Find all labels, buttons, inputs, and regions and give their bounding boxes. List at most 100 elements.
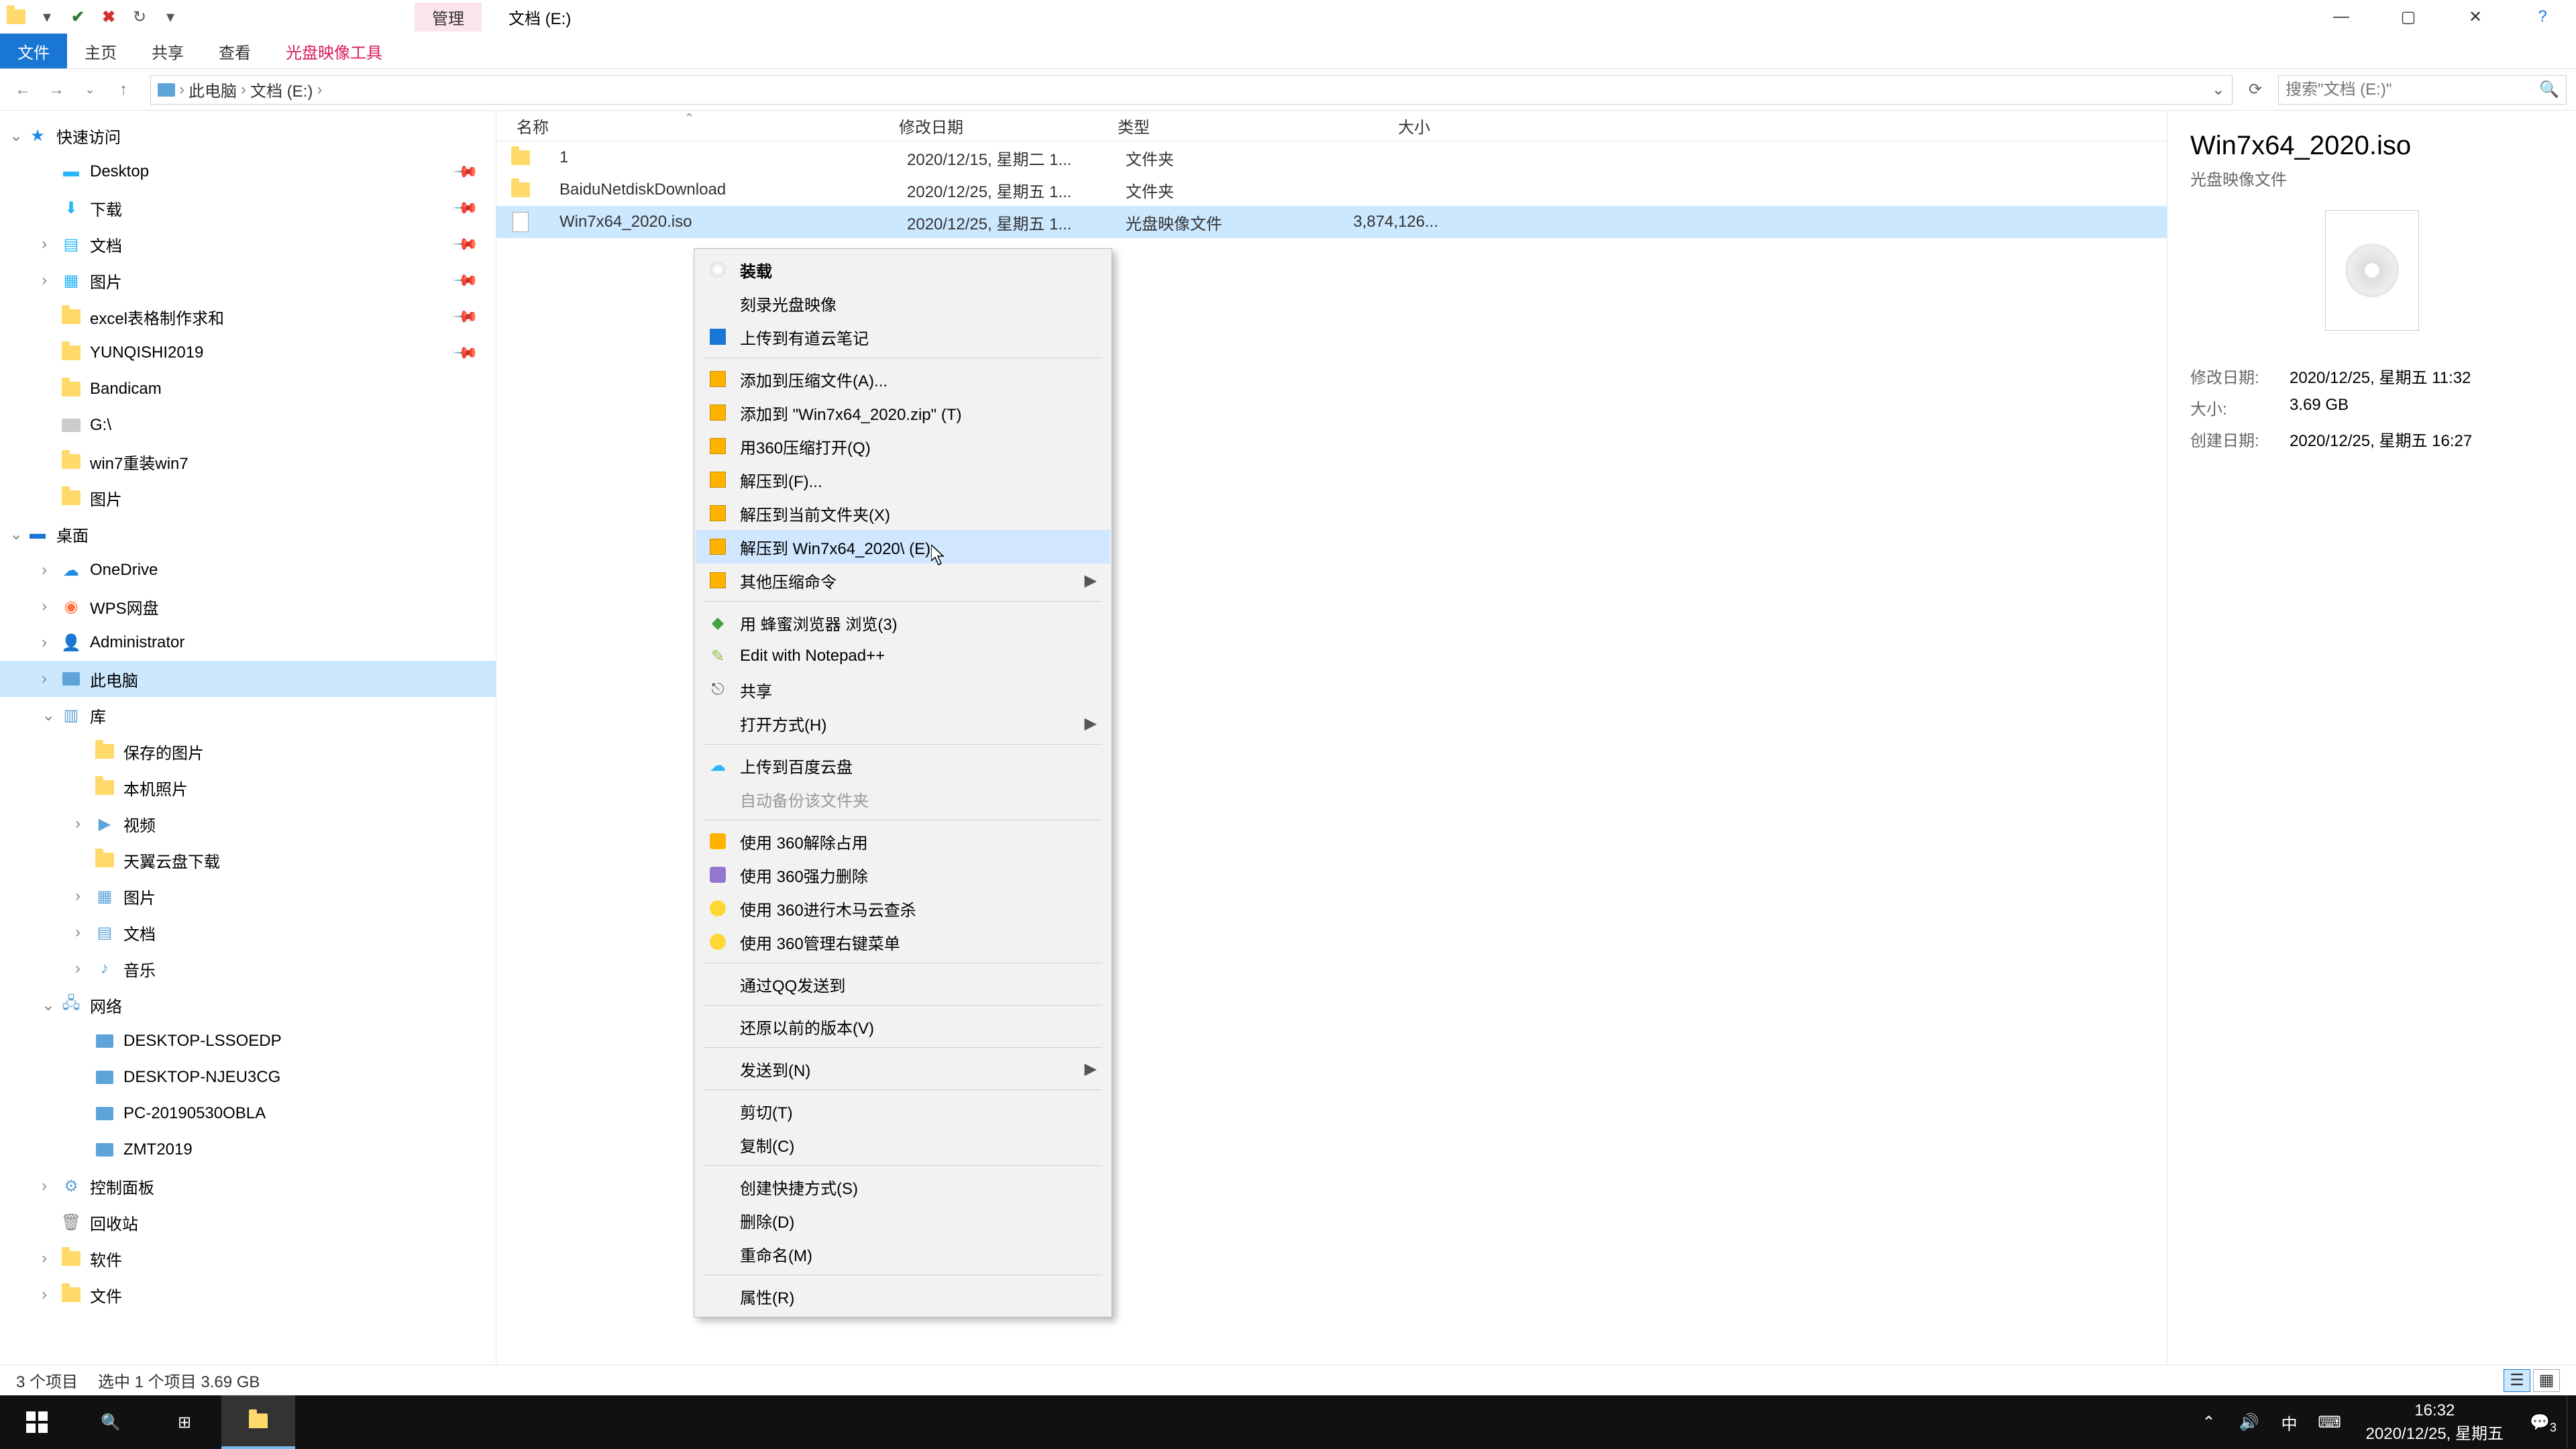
col-date[interactable]: 修改日期 [890,114,1108,138]
tray-chevron[interactable]: ⌃ [2189,1395,2229,1449]
menu-item[interactable]: ☁上传到百度云盘 [696,749,1110,782]
tree-saved-pics[interactable]: 保存的图片 [0,733,496,769]
menu-item[interactable]: 添加到压缩文件(A)... [696,362,1110,396]
menu-item[interactable]: 重命名(M) [696,1237,1110,1271]
tree-pc4[interactable]: ZMT2019 [0,1132,496,1168]
menu-item[interactable]: 使用 360管理右键菜单 [696,925,1110,959]
tree-quick-access[interactable]: ⌄★快速访问 [0,117,496,154]
minimize-button[interactable]: — [2308,0,2375,34]
address-dropdown-icon[interactable]: ⌄ [2212,80,2225,99]
redo-icon[interactable]: ↻ [130,7,149,26]
address-path[interactable]: › 此电脑 › 文档 (E:) › ⌄ [150,75,2233,105]
explorer-button[interactable] [221,1395,295,1449]
list-row[interactable]: BaiduNetdiskDownload2020/12/25, 星期五 1...… [496,174,2167,206]
search-box[interactable]: 🔍 [2278,75,2567,105]
menu-item[interactable]: 解压到 Win7x64_2020\ (E) [696,530,1110,564]
tree-wps[interactable]: ›◉WPS网盘 [0,588,496,625]
tree-lib-music[interactable]: ›♪音乐 [0,951,496,987]
history-dropdown[interactable]: ⌄ [76,76,103,103]
notification-button[interactable]: 💬3 [2520,1395,2567,1449]
tree-pc2[interactable]: DESKTOP-NJEU3CG [0,1059,496,1095]
tree-pictures[interactable]: ›▦图片📌 [0,262,496,299]
tree-downloads[interactable]: ⬇下载📌 [0,190,496,226]
x-icon[interactable]: ✖ [99,7,118,26]
tree-yunqishi[interactable]: YUNQISHI2019📌 [0,335,496,371]
menu-item[interactable]: 删除(D) [696,1203,1110,1237]
tree-win7reset[interactable]: win7重装win7 [0,443,496,480]
up-button[interactable]: ↑ [110,76,137,103]
tree-bandicam[interactable]: Bandicam [0,371,496,407]
caret-icon[interactable]: ▾ [161,7,180,26]
tree-software[interactable]: ›软件 [0,1240,496,1277]
list-row[interactable]: 12020/12/15, 星期二 1...文件夹 [496,142,2167,174]
menu-item[interactable]: 解压到当前文件夹(X) [696,496,1110,530]
tree-excel[interactable]: excel表格制作求和📌 [0,299,496,335]
menu-item[interactable]: ◆用 蜂蜜浏览器 浏览(3) [696,606,1110,639]
tree-files[interactable]: ›文件 [0,1277,496,1313]
tab-share[interactable]: 共享 [134,34,201,68]
search-input[interactable] [2286,80,2539,99]
menu-item[interactable]: 用360压缩打开(Q) [696,429,1110,463]
view-details-button[interactable]: ☰ [2504,1369,2530,1392]
menu-item[interactable]: 添加到 "Win7x64_2020.zip" (T) [696,396,1110,429]
menu-item[interactable]: 解压到(F)... [696,463,1110,496]
menu-item[interactable]: 装载 [696,253,1110,286]
menu-item[interactable]: 通过QQ发送到 [696,967,1110,1001]
list-row[interactable]: Win7x64_2020.iso2020/12/25, 星期五 1...光盘映像… [496,206,2167,238]
menu-item[interactable]: 使用 360进行木马云查杀 [696,892,1110,925]
tree-thispc[interactable]: ›此电脑 [0,661,496,697]
menu-item[interactable]: 复制(C) [696,1128,1110,1161]
tree-onedrive[interactable]: ›☁OneDrive [0,552,496,588]
tab-file[interactable]: 文件 [0,34,67,68]
tree-gdrive[interactable]: G:\ [0,407,496,443]
menu-item[interactable]: 其他压缩命令▶ [696,564,1110,597]
show-desktop-button[interactable] [2567,1395,2576,1449]
tab-home[interactable]: 主页 [67,34,134,68]
col-size[interactable]: 大小 [1292,114,1440,138]
close-button[interactable]: ✕ [2442,0,2509,34]
tree-desktop[interactable]: ▬Desktop📌 [0,154,496,190]
view-thumbs-button[interactable]: ▦ [2533,1369,2560,1392]
col-type[interactable]: 类型 [1108,114,1292,138]
menu-item[interactable]: ✎Edit with Notepad++ [696,639,1110,673]
forward-button[interactable]: → [43,76,70,103]
menu-item[interactable]: 刻录光盘映像 [696,286,1110,320]
navigation-tree[interactable]: ⌄★快速访问 ▬Desktop📌 ⬇下载📌 ›▤文档📌 ›▦图片📌 excel表… [0,111,496,1364]
tree-videos[interactable]: ›▶视频 [0,806,496,842]
start-button[interactable] [0,1395,74,1449]
refresh-button[interactable]: ⟳ [2239,80,2271,99]
tree-pictures2[interactable]: 图片 [0,480,496,516]
menu-item[interactable]: 使用 360强力删除 [696,858,1110,892]
tab-disc-tools[interactable]: 光盘映像工具 [268,34,400,68]
menu-item[interactable]: 属性(R) [696,1279,1110,1313]
menu-item[interactable]: 还原以前的版本(V) [696,1010,1110,1043]
tree-lib-pics[interactable]: ›▦图片 [0,878,496,914]
tree-camera-roll[interactable]: 本机照片 [0,769,496,806]
col-name[interactable]: 名称⌃ [496,114,890,138]
tree-pc3[interactable]: PC-20190530OBLA [0,1095,496,1132]
tree-lib-docs[interactable]: ›▤文档 [0,914,496,951]
dropdown-icon[interactable]: ▾ [38,7,56,26]
tree-network[interactable]: ⌄🖧网络 [0,987,496,1023]
tree-admin[interactable]: ›👤Administrator [0,625,496,661]
tab-view[interactable]: 查看 [201,34,268,68]
search-icon[interactable]: 🔍 [2539,80,2559,99]
taskview-button[interactable]: ⊞ [148,1395,221,1449]
tree-recycle[interactable]: 🗑回收站 [0,1204,496,1240]
menu-item[interactable]: 打开方式(H)▶ [696,706,1110,740]
tree-control-panel[interactable]: ›⚙控制面板 [0,1168,496,1204]
menu-item[interactable]: ⎋共享 [696,673,1110,706]
menu-item[interactable]: 上传到有道云笔记 [696,320,1110,354]
menu-item[interactable]: 剪切(T) [696,1094,1110,1128]
breadcrumb-root[interactable]: 此电脑 [189,78,237,101]
maximize-button[interactable]: ▢ [2375,0,2442,34]
clock[interactable]: 16:32 2020/12/25, 星期五 [2350,1401,2520,1444]
search-button[interactable]: 🔍 [74,1395,148,1449]
tree-libraries[interactable]: ⌄▥库 [0,697,496,733]
breadcrumb-folder[interactable]: 文档 (E:) [250,78,313,101]
menu-item[interactable]: 创建快捷方式(S) [696,1170,1110,1203]
check-icon[interactable]: ✔ [68,7,87,26]
tree-tianyi[interactable]: 天翼云盘下载 [0,842,496,878]
tree-documents[interactable]: ›▤文档📌 [0,226,496,262]
tree-desktop-root[interactable]: ⌄▬桌面 [0,516,496,552]
